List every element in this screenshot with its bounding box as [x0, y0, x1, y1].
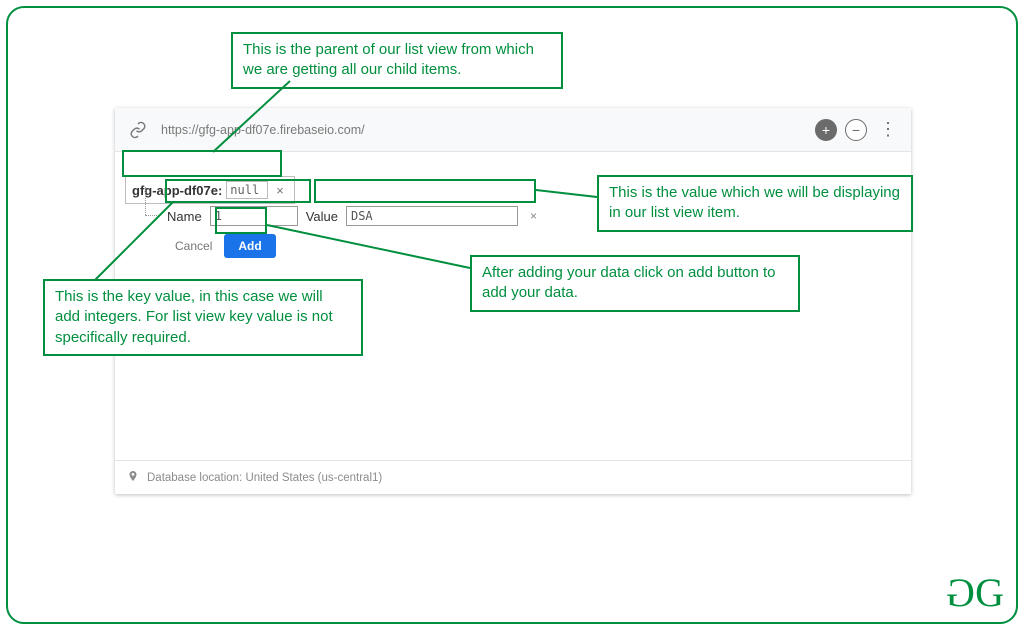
add-button[interactable]: Add [224, 234, 275, 258]
name-label: Name [167, 209, 202, 224]
annotation-value: This is the value which we will be displ… [597, 175, 913, 232]
remove-node-button[interactable]: − [845, 119, 867, 141]
highlight-name-field [165, 179, 311, 203]
more-menu-icon[interactable]: ⋮ [875, 119, 901, 140]
logo-g-left: G [950, 569, 975, 616]
cancel-button[interactable]: Cancel [175, 239, 212, 253]
panel-footer: Database location: United States (us-cen… [115, 460, 911, 494]
tree-connector [141, 207, 159, 225]
panel-header: https://gfg-app-df07e.firebaseio.com/ + … [115, 108, 911, 152]
database-location: Database location: United States (us-cen… [147, 472, 382, 484]
annotation-parent: This is the parent of our list view from… [231, 32, 563, 89]
annotation-add: After adding your data click on add butt… [470, 255, 800, 312]
logo-g-right: G [975, 569, 1000, 616]
add-node-button[interactable]: + [815, 119, 837, 141]
location-pin-icon [127, 470, 139, 485]
header-actions: + − ⋮ [815, 119, 901, 141]
value-input[interactable] [346, 206, 518, 226]
highlight-value-field [314, 179, 536, 203]
highlight-root-node [122, 150, 282, 177]
gfg-logo: G G [950, 569, 1000, 616]
annotation-key: This is the key value, in this case we w… [43, 279, 363, 356]
row-close-icon[interactable]: × [526, 209, 541, 223]
database-url: https://gfg-app-df07e.firebaseio.com/ [161, 123, 815, 137]
value-label: Value [306, 209, 338, 224]
key-value-row: Name Value × [141, 206, 541, 226]
action-row: Cancel Add [175, 234, 276, 258]
highlight-add-button [215, 207, 267, 234]
link-icon [125, 117, 151, 143]
